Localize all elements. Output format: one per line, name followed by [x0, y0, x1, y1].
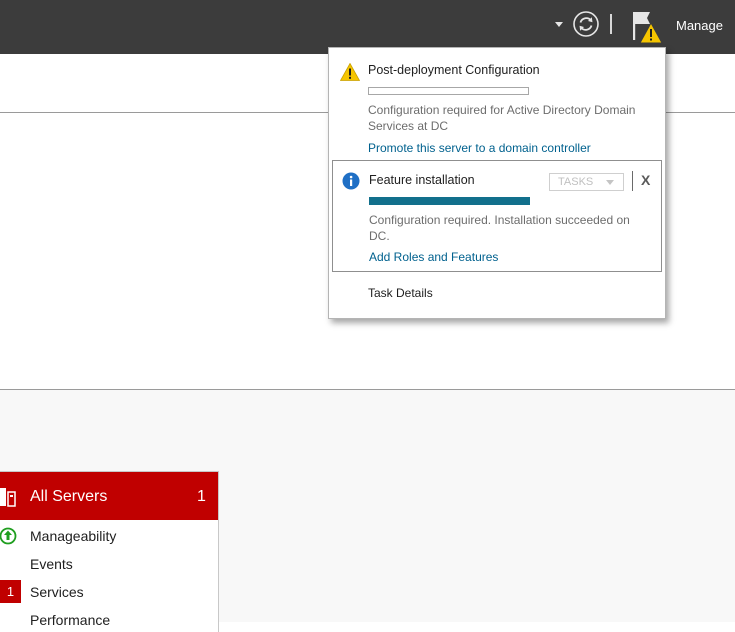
tile-count: 1: [197, 488, 206, 505]
refresh-icon[interactable]: [572, 10, 600, 38]
manage-menu[interactable]: Manage: [676, 18, 723, 33]
progress-bar: [369, 197, 530, 205]
tile-item-label: Manageability: [30, 528, 117, 544]
toolbar-separator: [610, 14, 612, 34]
promote-dc-link[interactable]: Promote this server to a domain controll…: [368, 141, 591, 155]
top-bar: Manage: [0, 0, 735, 54]
all-servers-tile[interactable]: All Servers 1 Manageability Events 1 Ser…: [0, 471, 219, 632]
separator: [632, 171, 633, 191]
task-details-link[interactable]: Task Details: [368, 286, 433, 300]
tile-item-events[interactable]: Events: [0, 552, 218, 576]
tile-item-manageability[interactable]: Manageability: [0, 524, 218, 548]
notification-feature-installation: Feature installation TASKS X Configurati…: [332, 160, 662, 272]
add-roles-link[interactable]: Add Roles and Features: [369, 250, 498, 264]
chevron-down-icon[interactable]: [555, 22, 563, 27]
progress-fill: [369, 197, 530, 205]
tile-item-label: Performance: [30, 612, 111, 628]
tile-item-label: Services: [30, 584, 84, 600]
server-icon: [0, 488, 16, 507]
notification-title: Post-deployment Configuration: [368, 63, 540, 77]
alert-count-badge: 1: [0, 580, 21, 603]
tile-item-label: Events: [30, 556, 73, 572]
info-icon: [342, 172, 360, 190]
close-icon[interactable]: X: [641, 172, 650, 188]
tile-item-performance[interactable]: Performance: [0, 608, 218, 632]
tile-item-services[interactable]: 1 Services: [0, 580, 218, 604]
notification-title: Feature installation: [369, 173, 475, 187]
tasks-dropdown[interactable]: TASKS: [549, 173, 624, 191]
flag-icon[interactable]: [630, 9, 664, 45]
notifications-popup: Post-deployment Configuration Configurat…: [328, 47, 666, 319]
notification-text: Configuration required. Installation suc…: [369, 213, 630, 243]
ok-up-arrow-icon: [0, 527, 17, 545]
chevron-down-icon: [606, 180, 614, 185]
tasks-label: TASKS: [558, 176, 594, 188]
notification-text: Configuration required for Active Direct…: [368, 103, 636, 133]
tile-header[interactable]: All Servers 1: [0, 472, 218, 520]
progress-bar: [368, 87, 529, 95]
tile-title: All Servers: [30, 488, 108, 505]
warning-icon: [340, 63, 360, 81]
warning-icon: [639, 21, 663, 44]
